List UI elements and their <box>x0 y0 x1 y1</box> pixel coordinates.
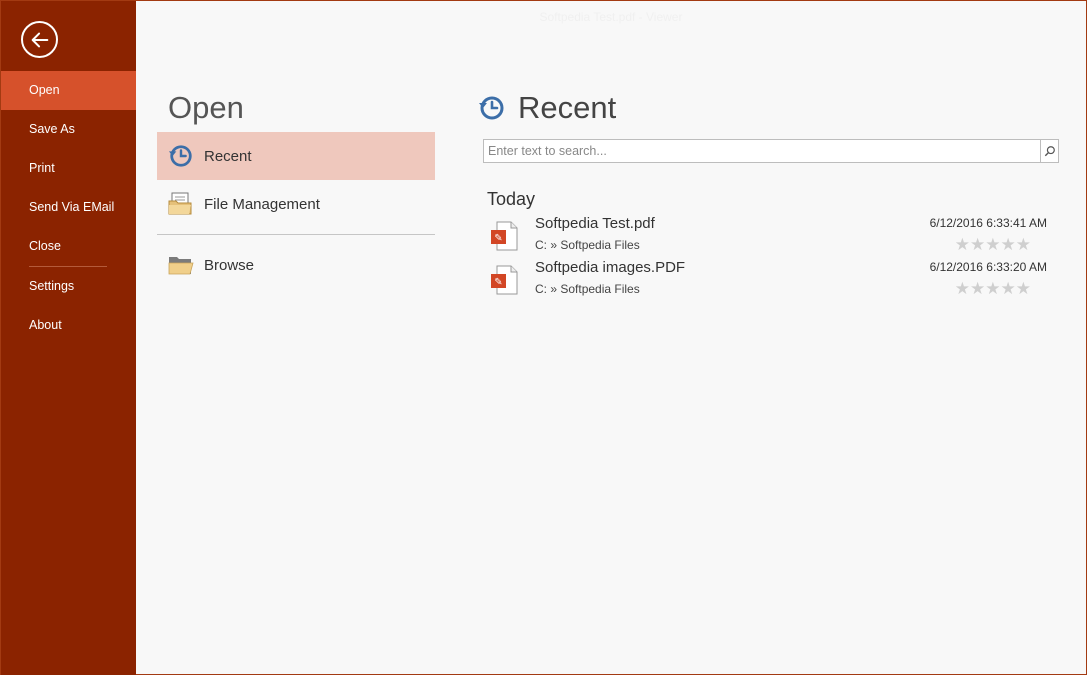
search-icon <box>1044 146 1055 157</box>
location-divider <box>157 234 435 235</box>
search-input[interactable] <box>484 140 1040 162</box>
file-name: Softpedia Test.pdf <box>535 215 655 232</box>
nav-open[interactable]: Open <box>1 71 136 110</box>
nav-about[interactable]: About <box>1 306 136 345</box>
nav-send-via-email[interactable]: Send Via EMail <box>1 188 136 227</box>
location-browse[interactable]: Browse <box>157 241 435 289</box>
file-date: 6/12/2016 6:33:41 AM <box>929 216 1047 230</box>
search-button[interactable] <box>1040 140 1058 162</box>
pdf-file-icon: ✎ <box>491 265 519 295</box>
recent-heading: Recent <box>518 90 617 125</box>
file-path: C: » Softpedia Files <box>535 282 640 296</box>
location-file-management[interactable]: File Management <box>157 180 435 228</box>
location-recent[interactable]: Recent <box>157 132 435 180</box>
nav-settings[interactable]: Settings <box>1 267 136 306</box>
recent-file-list: ✎ Softpedia Test.pdf C: » Softpedia File… <box>487 213 1049 301</box>
file-path: C: » Softpedia Files <box>535 238 640 252</box>
rating-stars[interactable]: ★★★★★ <box>955 235 1031 255</box>
arrow-left-icon <box>31 32 48 47</box>
location-label: File Management <box>204 195 320 213</box>
clock-history-icon <box>167 142 195 170</box>
folder-icon <box>167 251 195 279</box>
back-button[interactable] <box>21 21 58 58</box>
svg-text:✎: ✎ <box>494 233 502 244</box>
backstage-nav: Open Save As Print Send Via EMail Close … <box>1 71 136 345</box>
open-heading: Open <box>168 90 244 125</box>
recent-file-row[interactable]: ✎ Softpedia Test.pdf C: » Softpedia File… <box>487 213 1049 257</box>
app-window: Open Save As Print Send Via EMail Close … <box>0 0 1087 675</box>
folder-documents-icon <box>167 190 195 218</box>
title-bar: Softpedia Test.pdf - Viewer <box>136 1 1086 35</box>
location-label: Browse <box>204 256 255 274</box>
location-list: Recent File Management Browse <box>157 132 435 289</box>
file-name: Softpedia images.PDF <box>535 259 686 276</box>
clock-history-icon <box>478 94 506 122</box>
location-label: Recent <box>204 147 252 165</box>
window-title: Softpedia Test.pdf - Viewer <box>539 10 683 24</box>
backstage-sidebar: Open Save As Print Send Via EMail Close … <box>1 1 136 675</box>
rating-stars[interactable]: ★★★★★ <box>955 279 1031 299</box>
recent-file-row[interactable]: ✎ Softpedia images.PDF C: » Softpedia Fi… <box>487 257 1049 301</box>
svg-text:✎: ✎ <box>494 277 502 288</box>
nav-close[interactable]: Close <box>1 227 136 266</box>
search-box <box>483 139 1059 163</box>
pdf-file-icon: ✎ <box>491 221 519 251</box>
file-date: 6/12/2016 6:33:20 AM <box>929 260 1047 274</box>
nav-save-as[interactable]: Save As <box>1 110 136 149</box>
group-label-today: Today <box>487 189 536 209</box>
nav-print[interactable]: Print <box>1 149 136 188</box>
recent-header: Recent <box>478 90 616 126</box>
